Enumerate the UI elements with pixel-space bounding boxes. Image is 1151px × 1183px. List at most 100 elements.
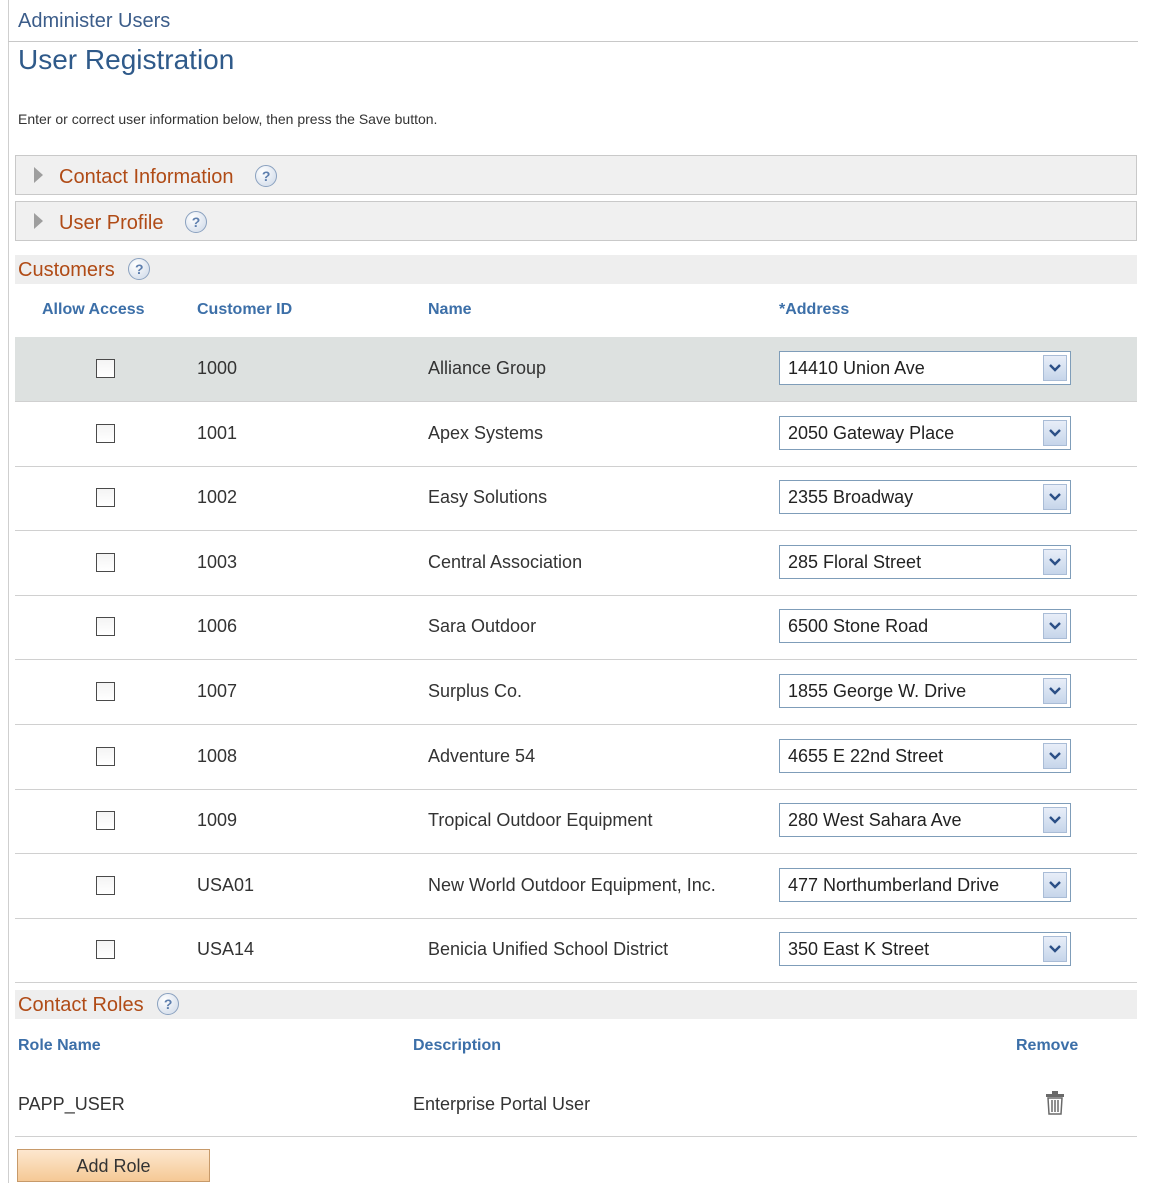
table-row[interactable]: 1009 Tropical Outdoor Equipment 280 West S… [15, 789, 1137, 854]
allow-access-checkbox[interactable] [96, 876, 115, 895]
column-header-customer-id[interactable]: Customer ID [197, 301, 292, 319]
column-header-allow-access[interactable]: Allow Access [42, 301, 145, 319]
customer-id-cell: 1008 [197, 746, 238, 766]
address-select[interactable]: 477 Northumberland Drive [779, 868, 1071, 902]
customer-id-cell: 1000 [197, 358, 238, 378]
chevron-down-icon[interactable] [1043, 872, 1067, 898]
table-row[interactable]: USA14 Benicia Unified School District 350 … [15, 918, 1137, 983]
allow-access-checkbox[interactable] [96, 553, 115, 572]
customer-id-cell: 1002 [197, 487, 238, 507]
allow-access-checkbox[interactable] [96, 682, 115, 701]
address-value: 350 East K Street [788, 939, 930, 959]
table-row[interactable]: 1002 Easy Solutions 2355 Broadway [15, 466, 1137, 531]
customers-section-header: Customers ? [15, 255, 1137, 284]
address-select[interactable]: 6500 Stone Road [779, 609, 1071, 643]
address-value: 477 Northumberland Drive [788, 875, 1000, 895]
customer-name-cell: New World Outdoor Equipment, Inc. [428, 875, 716, 895]
page-title: User Registration [18, 44, 235, 75]
help-icon[interactable]: ? [185, 211, 208, 233]
breadcrumb[interactable]: Administer Users [18, 10, 170, 33]
user-profile-collapsible[interactable]: User Profile ? [15, 201, 1137, 241]
allow-access-checkbox[interactable] [96, 488, 115, 507]
expand-triangle-icon[interactable] [34, 167, 43, 183]
add-role-button[interactable]: Add Role [17, 1149, 210, 1182]
customer-name-cell: Alliance Group [428, 358, 547, 378]
table-row[interactable]: 1003 Central Association 285 Floral Street [15, 531, 1137, 596]
customer-id-cell: 1001 [197, 423, 238, 443]
allow-access-checkbox[interactable] [96, 359, 115, 378]
address-value: 2050 Gateway Place [788, 423, 955, 443]
help-icon[interactable]: ? [157, 993, 180, 1015]
customer-name-cell: Easy Solutions [428, 487, 548, 507]
address-select[interactable]: 280 West Sahara Ave [779, 803, 1071, 837]
customer-name-cell: Tropical Outdoor Equipment [428, 810, 653, 830]
allow-access-checkbox[interactable] [96, 811, 115, 830]
address-select[interactable]: 285 Floral Street [779, 545, 1071, 579]
chevron-down-icon[interactable] [1043, 936, 1067, 962]
column-header-role-name[interactable]: Role Name [18, 1037, 101, 1055]
table-row[interactable]: 1007 Surplus Co. 1855 George W. Drive [15, 660, 1137, 725]
chevron-down-icon[interactable] [1043, 420, 1067, 446]
contact-information-label[interactable]: Contact Information ? [59, 165, 278, 189]
address-select[interactable]: 14410 Union Ave [779, 351, 1071, 385]
customer-name-cell: Sara Outdoor [428, 616, 537, 636]
help-icon[interactable]: ? [255, 165, 278, 187]
table-row[interactable]: 1000 Alliance Group 14410 Union Ave [15, 337, 1137, 402]
column-header-name[interactable]: Name [428, 301, 472, 319]
column-header-description[interactable]: Description [413, 1037, 501, 1055]
chevron-down-icon[interactable] [1043, 807, 1067, 833]
customer-name-cell: Surplus Co. [428, 681, 523, 701]
chevron-down-icon[interactable] [1043, 355, 1067, 381]
contact-roles-label: Contact Roles ? [18, 993, 180, 1017]
allow-access-checkbox[interactable] [96, 424, 115, 443]
customer-id-cell: USA01 [197, 875, 255, 895]
role-description-cell: Enterprise Portal User [413, 1094, 591, 1114]
contact-information-collapsible[interactable]: Contact Information ? [15, 155, 1137, 195]
address-select[interactable]: 1855 George W. Drive [779, 674, 1071, 708]
chevron-down-icon[interactable] [1043, 743, 1067, 769]
table-row[interactable]: USA01 New World Outdoor Equipment, Inc. 47… [15, 854, 1137, 919]
table-row[interactable]: 1008 Adventure 54 4655 E 22nd Street [15, 725, 1137, 790]
chevron-down-icon[interactable] [1043, 613, 1067, 639]
allow-access-checkbox[interactable] [96, 617, 115, 636]
user-profile-text[interactable]: User Profile [59, 212, 163, 234]
customer-name-cell: Apex Systems [428, 423, 544, 443]
customer-id-cell: 1003 [197, 552, 238, 572]
allow-access-checkbox[interactable] [96, 747, 115, 766]
table-row: PAPP_USER Enterprise Portal User [15, 1073, 1137, 1137]
customer-id-cell: 1009 [197, 810, 238, 830]
table-row[interactable]: 1001 Apex Systems 2050 Gateway Place [15, 402, 1137, 467]
contact-information-text[interactable]: Contact Information [59, 166, 234, 188]
customer-name-cell: Benicia Unified School District [428, 939, 669, 959]
customers-text: Customers [18, 259, 115, 281]
address-select[interactable]: 2355 Broadway [779, 480, 1071, 514]
chevron-down-icon[interactable] [1043, 678, 1067, 704]
address-value: 6500 Stone Road [788, 616, 929, 636]
column-header-address[interactable]: *Address [779, 301, 849, 319]
chevron-down-icon[interactable] [1043, 484, 1067, 510]
address-select[interactable]: 2050 Gateway Place [779, 416, 1071, 450]
role-name-cell: PAPP_USER [18, 1094, 125, 1114]
chevron-down-icon[interactable] [1043, 549, 1067, 575]
customer-id-cell: 1006 [197, 616, 238, 636]
expand-triangle-icon[interactable] [34, 213, 43, 229]
breadcrumb-divider [8, 41, 1138, 42]
instructions-text: Enter or correct user information below,… [18, 111, 438, 127]
allow-access-checkbox[interactable] [96, 940, 115, 959]
customer-id-cell: 1007 [197, 681, 238, 701]
customer-id-cell: USA14 [197, 939, 255, 959]
customer-name-cell: Adventure 54 [428, 746, 536, 766]
address-value: 280 West Sahara Ave [788, 810, 962, 830]
address-value: 285 Floral Street [788, 552, 922, 572]
customer-name-cell: Central Association [428, 552, 583, 572]
user-profile-label[interactable]: User Profile ? [59, 211, 208, 235]
address-value: 4655 E 22nd Street [788, 746, 944, 766]
contact-roles-section-header: Contact Roles ? [15, 990, 1137, 1019]
address-select[interactable]: 4655 E 22nd Street [779, 739, 1071, 773]
trash-icon[interactable] [1045, 1091, 1065, 1120]
address-select[interactable]: 350 East K Street [779, 932, 1071, 966]
help-icon[interactable]: ? [128, 258, 151, 280]
user-registration-page: Administer Users User Registration Enter… [0, 0, 1151, 1183]
customers-label: Customers ? [18, 258, 151, 282]
table-row[interactable]: 1006 Sara Outdoor 6500 Stone Road [15, 595, 1137, 660]
